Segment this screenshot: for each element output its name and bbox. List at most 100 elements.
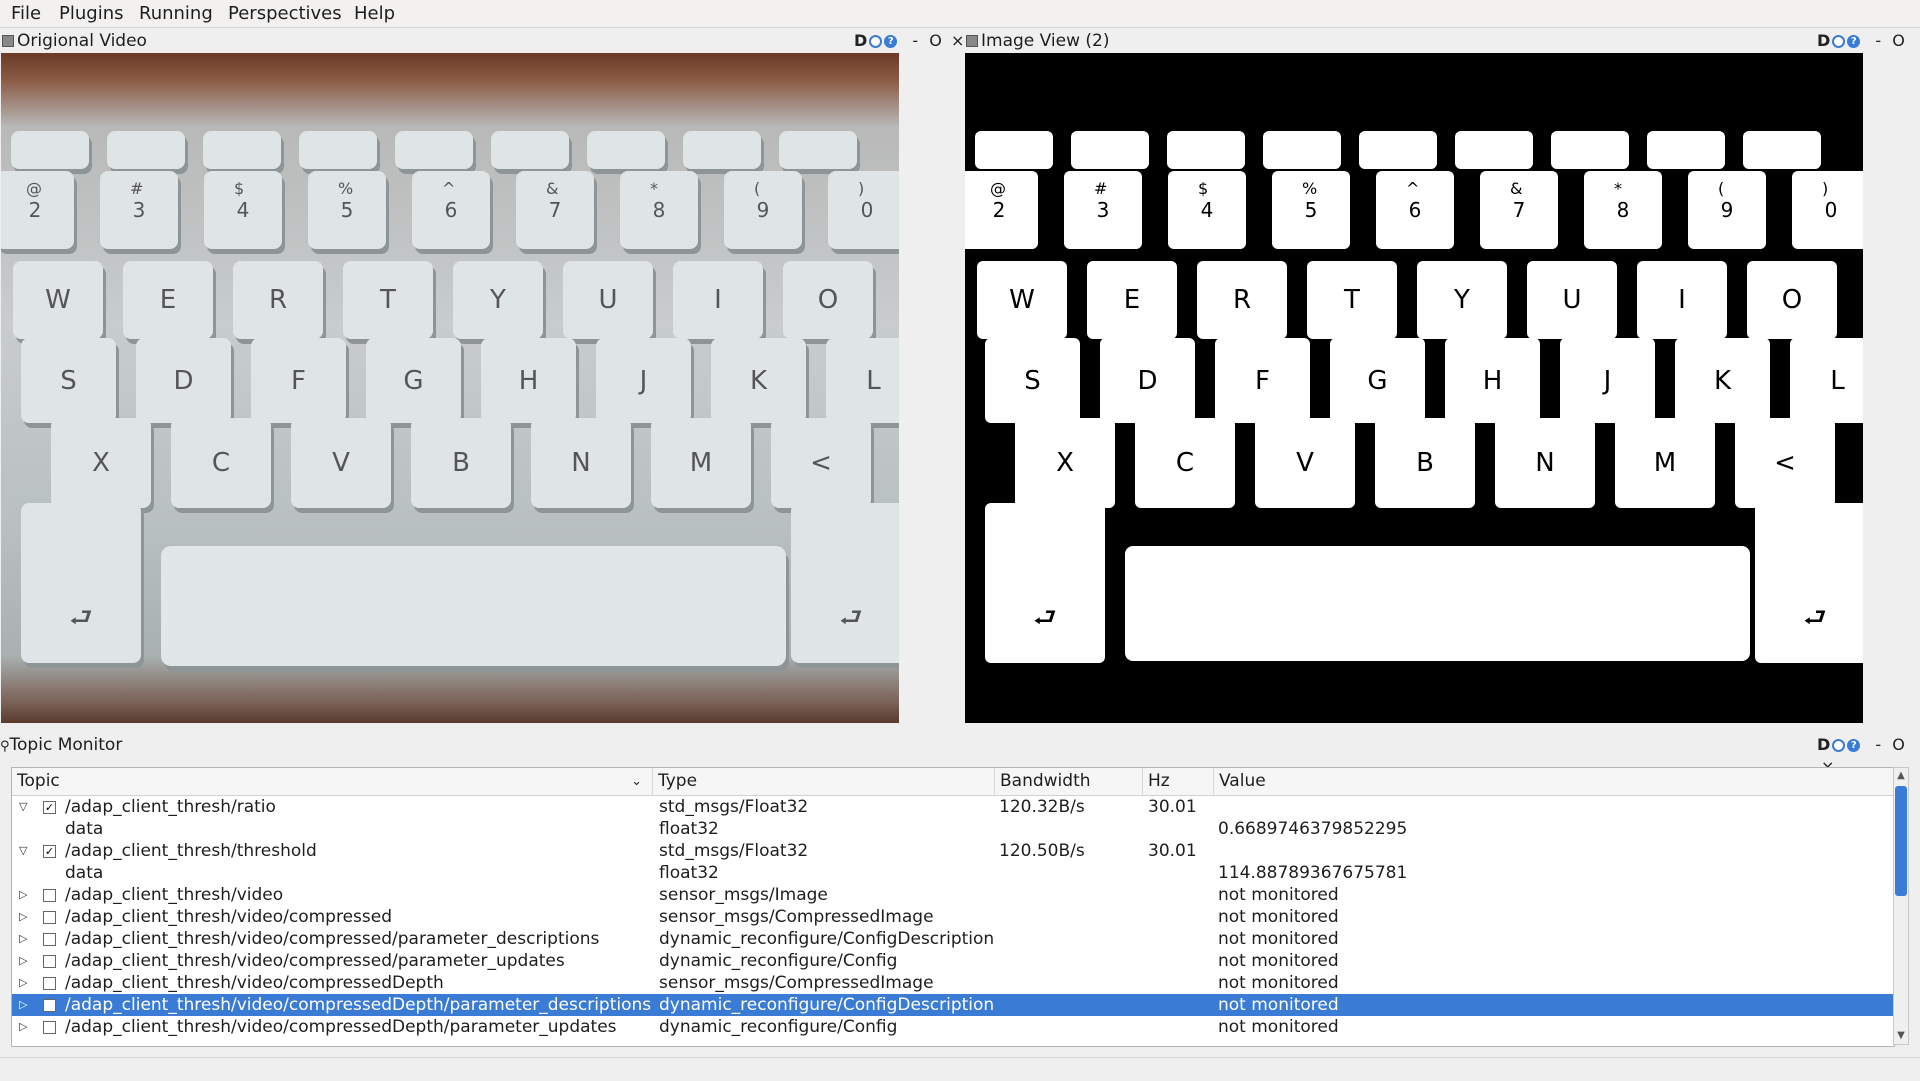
table-row[interactable]: ▷ /adap_client_thresh/video/compressed/pa… [12,950,1894,972]
keyboard-key: S [985,338,1080,423]
topic-tree[interactable]: Topic ⌄ Type Bandwidth Hz Value ▽ ✓ /adap_c… [11,767,1895,1047]
keyboard-key: K [1675,338,1770,423]
table-row[interactable]: ▷ /adap_client_thresh/video/compressedDep… [12,994,1894,1016]
dock-title-label: Image View (2) [981,31,1110,51]
help-icon[interactable]: ? [1847,739,1861,752]
expand-arrow-icon[interactable]: ▷ [19,950,31,972]
column-header-bandwidth[interactable]: Bandwidth [995,768,1143,795]
float-button[interactable]: O [1892,735,1905,754]
keyboard-key: D [136,338,231,423]
dock-d-button[interactable]: D [1817,31,1830,50]
cell-hz: 30.01 [1148,797,1197,817]
dock-title-original-video[interactable]: Origional Video [2,30,147,52]
expand-arrow-icon[interactable]: ▷ [19,1016,31,1038]
monitor-checkbox[interactable] [43,977,56,990]
table-row[interactable]: ▽ ✓ /adap_client_thresh/threshold std_msgs/… [12,840,1894,862]
menu-perspectives[interactable]: Perspectives [228,3,342,24]
keyboard-key-shift-label: % [338,179,354,198]
monitor-checkbox[interactable]: ✓ [43,845,56,858]
keyboard-key-shift-label: # [130,179,144,198]
cell-topic: /adap_client_thresh/video [65,885,284,905]
keyboard-key [1455,131,1533,169]
collapse-arrow-icon[interactable]: ▽ [19,840,31,862]
expand-arrow-icon[interactable]: ▷ [19,928,31,950]
column-header-topic[interactable]: Topic ⌄ [12,768,653,795]
menu-running[interactable]: Running [139,3,213,24]
float-button[interactable]: O [1892,31,1905,50]
cell-topic: /adap_client_thresh/video/compressedDept… [65,1017,617,1037]
keyboard-key-shift-label: ( [1718,179,1725,198]
cell-topic: /adap_client_thresh/video/compressed [65,907,393,927]
column-label: Value [1219,771,1266,791]
dock-title-topic-monitor[interactable]: ⚲Topic Monitor [0,733,122,757]
minimize-button[interactable]: - [1875,31,1881,50]
monitor-checkbox[interactable] [43,933,56,946]
expand-arrow-icon[interactable]: ▷ [19,994,31,1016]
vertical-scrollbar[interactable]: ▲ ▼ [1893,767,1909,1045]
keyboard-key-shift-label: * [1614,179,1622,198]
reload-icon[interactable] [1832,739,1846,752]
column-header-hz[interactable]: Hz [1143,768,1214,795]
keyboard-return-key: ⮐ [1755,503,1863,663]
scroll-up-icon[interactable]: ▲ [1894,768,1908,784]
table-row[interactable]: ▽ ✓ /adap_client_thresh/ratio std_msgs/Floa… [12,796,1894,818]
monitor-checkbox[interactable]: ✓ [43,801,56,814]
help-icon[interactable]: ? [884,35,898,48]
cell-hz: 30.01 [1148,841,1197,861]
monitor-checkbox[interactable] [43,889,56,902]
scroll-thumb[interactable] [1895,786,1907,896]
menu-file[interactable]: File [11,3,41,24]
keyboard-key: 8 [1584,171,1662,249]
keyboard-key: K [711,338,806,423]
table-row[interactable]: data float32 114.88789367675781 [12,862,1894,884]
keyboard-key-shift-label: & [546,179,559,198]
keyboard-key [975,131,1053,169]
column-header-type[interactable]: Type [653,768,995,795]
keyboard-key: M [651,418,751,508]
keyboard-key: C [1135,418,1235,508]
monitor-checkbox[interactable] [43,1021,56,1034]
dock-d-button[interactable]: D [854,31,867,50]
keyboard-return-key: ⮐ [791,503,899,663]
minimize-button[interactable]: - [1875,735,1881,754]
table-row[interactable]: ▷ /adap_client_thresh/video/compressedDep… [12,972,1894,994]
search-icon: ⚲ [0,739,10,754]
keyboard-key: J [1560,338,1655,423]
cell-topic: data [65,863,104,883]
monitor-checkbox[interactable] [43,911,56,924]
collapse-arrow-icon[interactable]: ▽ [19,796,31,818]
minimize-button[interactable]: - [912,31,918,50]
keyboard-key-shift-label: ) [1822,179,1829,198]
expand-arrow-icon[interactable]: ▷ [19,884,31,906]
scroll-down-icon[interactable]: ▼ [1894,1028,1908,1044]
keyboard-key-shift-label: ( [754,179,761,198]
keyboard-key: H [481,338,576,423]
cell-topic: /adap_client_thresh/video/compressed/par… [65,951,565,971]
keyboard-key [683,131,761,169]
close-button[interactable]: × [951,31,964,50]
column-header-value[interactable]: Value [1214,768,1894,795]
table-row[interactable]: data float32 0.6689746379852295 [12,818,1894,840]
menu-help[interactable]: Help [354,3,395,24]
keyboard-key: B [1375,418,1475,508]
expand-arrow-icon[interactable]: ▷ [19,906,31,928]
table-row[interactable]: ▷ /adap_client_thresh/video/compressed sen… [12,906,1894,928]
table-row[interactable]: ▷ /adap_client_thresh/video sensor_msgs/Im… [12,884,1894,906]
reload-icon[interactable] [1832,35,1846,48]
monitor-checkbox[interactable] [43,955,56,968]
help-icon[interactable]: ? [1847,35,1861,48]
float-button[interactable]: O [929,31,942,50]
cell-type: dynamic_reconfigure/ConfigDescription [659,929,995,949]
table-row[interactable]: ▷ /adap_client_thresh/video/compressed/pa… [12,928,1894,950]
reload-icon[interactable] [869,35,883,48]
column-label: Bandwidth [1000,771,1091,791]
keyboard-key: < [771,418,871,508]
table-row[interactable]: ▷ /adap_client_thresh/video/compressedDep… [12,1016,1894,1038]
dock-title-image-view[interactable]: Image View (2) [966,30,1109,52]
dock-d-button[interactable]: D [1817,735,1830,754]
keyboard-key: Y [453,261,543,339]
monitor-checkbox[interactable] [43,999,56,1012]
menu-plugins[interactable]: Plugins [59,3,123,24]
expand-arrow-icon[interactable]: ▷ [19,972,31,994]
keyboard-key: V [1255,418,1355,508]
